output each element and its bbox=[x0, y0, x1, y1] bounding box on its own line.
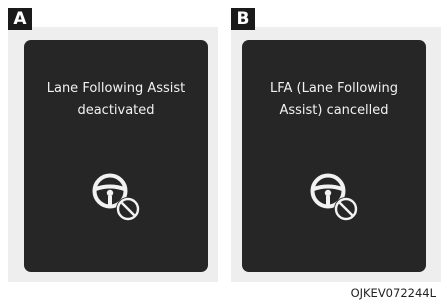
cluster-display-b: LFA (Lane Following Assist) cancelled bbox=[242, 40, 426, 272]
figure-code: OJKEV072244L bbox=[350, 286, 436, 300]
panel-a-tag: A bbox=[8, 8, 32, 30]
steering-wheel-cancelled-icon bbox=[310, 173, 358, 221]
message-line: LFA (Lane Following bbox=[269, 81, 399, 96]
lfa-deactivated-message: Lane Following Assist deactivated bbox=[24, 78, 208, 122]
message-line: Assist) cancelled bbox=[279, 103, 389, 118]
lfa-cancelled-message: LFA (Lane Following Assist) cancelled bbox=[242, 78, 426, 122]
message-line: Lane Following Assist bbox=[46, 81, 186, 96]
panel-b-tag: B bbox=[231, 8, 255, 30]
figure: A Lane Following Assist deactivated B LF… bbox=[0, 0, 444, 305]
steering-wheel-cancelled-icon bbox=[92, 173, 140, 221]
message-line: deactivated bbox=[77, 103, 155, 118]
cluster-display-a: Lane Following Assist deactivated bbox=[24, 40, 208, 272]
